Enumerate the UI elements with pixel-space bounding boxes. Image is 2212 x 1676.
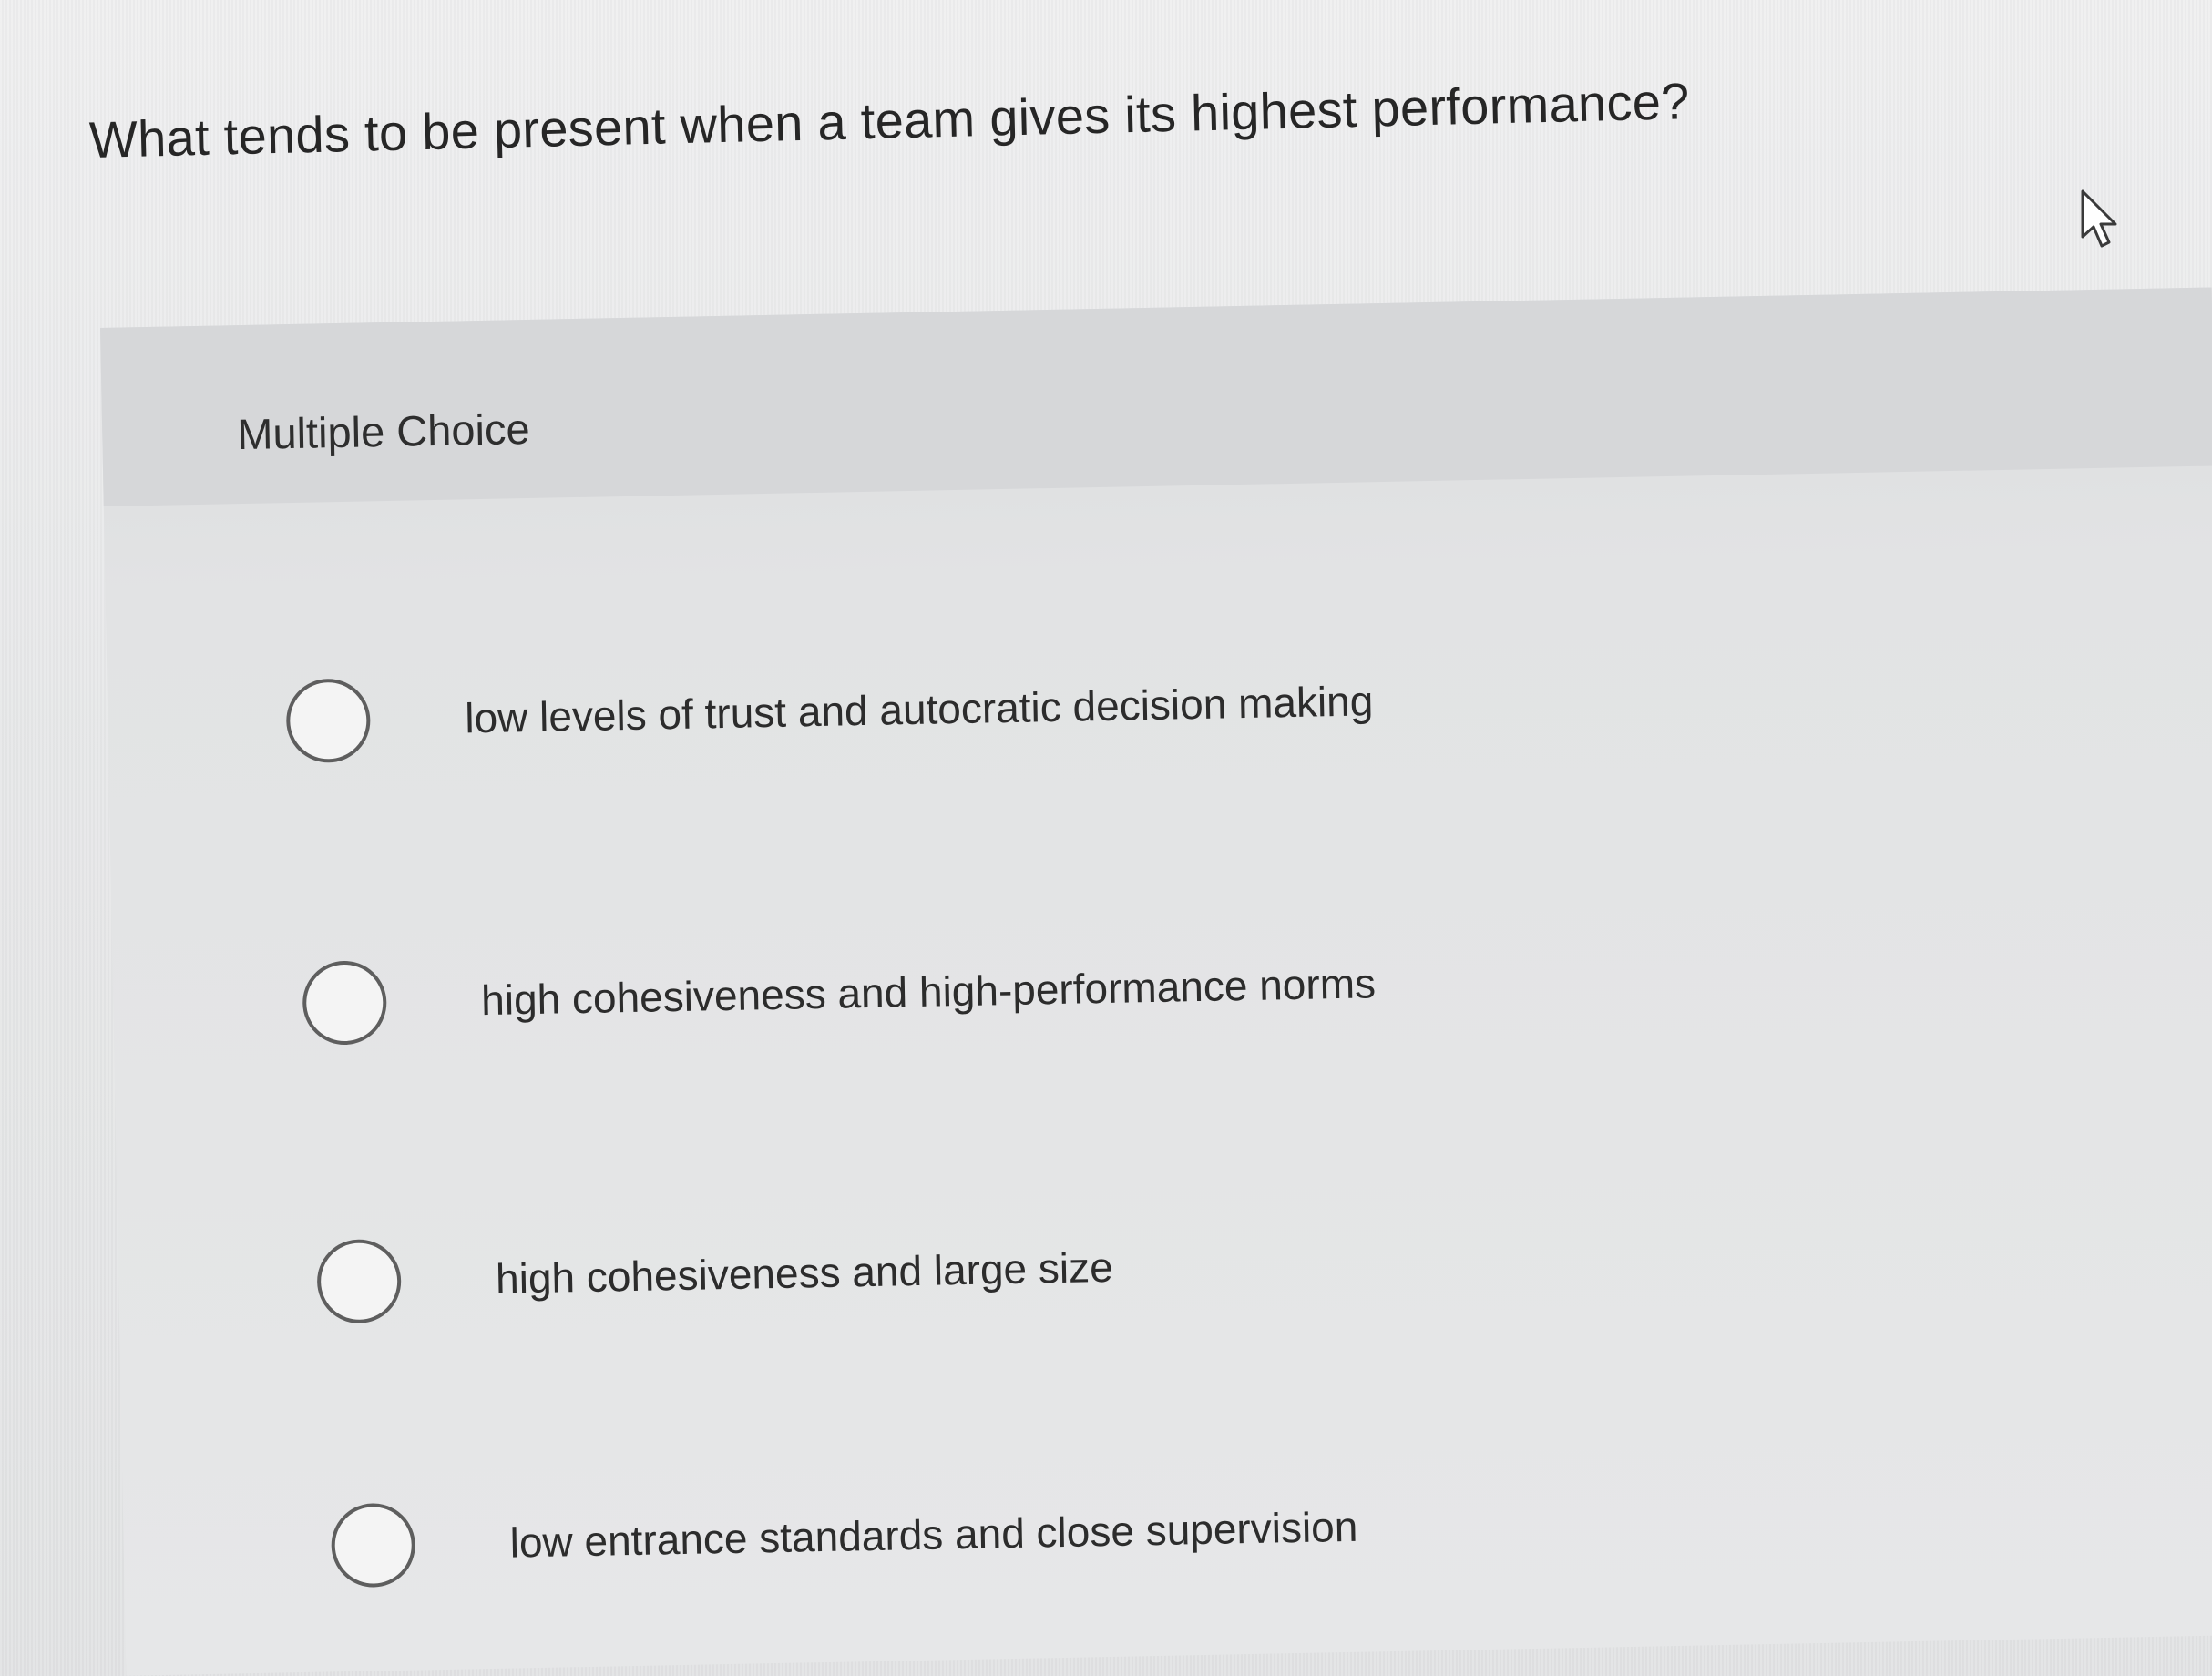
answer-option[interactable]: high cohesiveness and high-performance n… bbox=[302, 941, 1376, 1046]
option-label: low levels of trust and autocratic decis… bbox=[464, 677, 1374, 742]
option-label: low entrance standards and close supervi… bbox=[509, 1502, 1358, 1567]
option-label: high cohesiveness and high-performance n… bbox=[480, 959, 1377, 1025]
radio-button[interactable] bbox=[330, 1502, 416, 1589]
answer-option[interactable]: low levels of trust and autocratic decis… bbox=[285, 659, 1374, 764]
radio-button[interactable] bbox=[302, 960, 388, 1046]
question-prompt: What tends to be present when a team giv… bbox=[88, 72, 1691, 169]
answer-options: low levels of trust and autocratic decis… bbox=[100, 288, 2212, 1676]
screen-background: What tends to be present when a team giv… bbox=[0, 0, 2212, 1676]
answer-option[interactable]: high cohesiveness and large size bbox=[316, 1225, 1113, 1324]
option-label: high cohesiveness and large size bbox=[495, 1242, 1114, 1303]
radio-button[interactable] bbox=[285, 678, 372, 764]
answer-option[interactable]: low entrance standards and close supervi… bbox=[330, 1485, 1358, 1589]
answer-panel: Multiple Choice low levels of trust and … bbox=[100, 287, 2212, 1676]
arrow-cursor-icon bbox=[2081, 189, 2117, 248]
radio-button[interactable] bbox=[316, 1238, 403, 1324]
